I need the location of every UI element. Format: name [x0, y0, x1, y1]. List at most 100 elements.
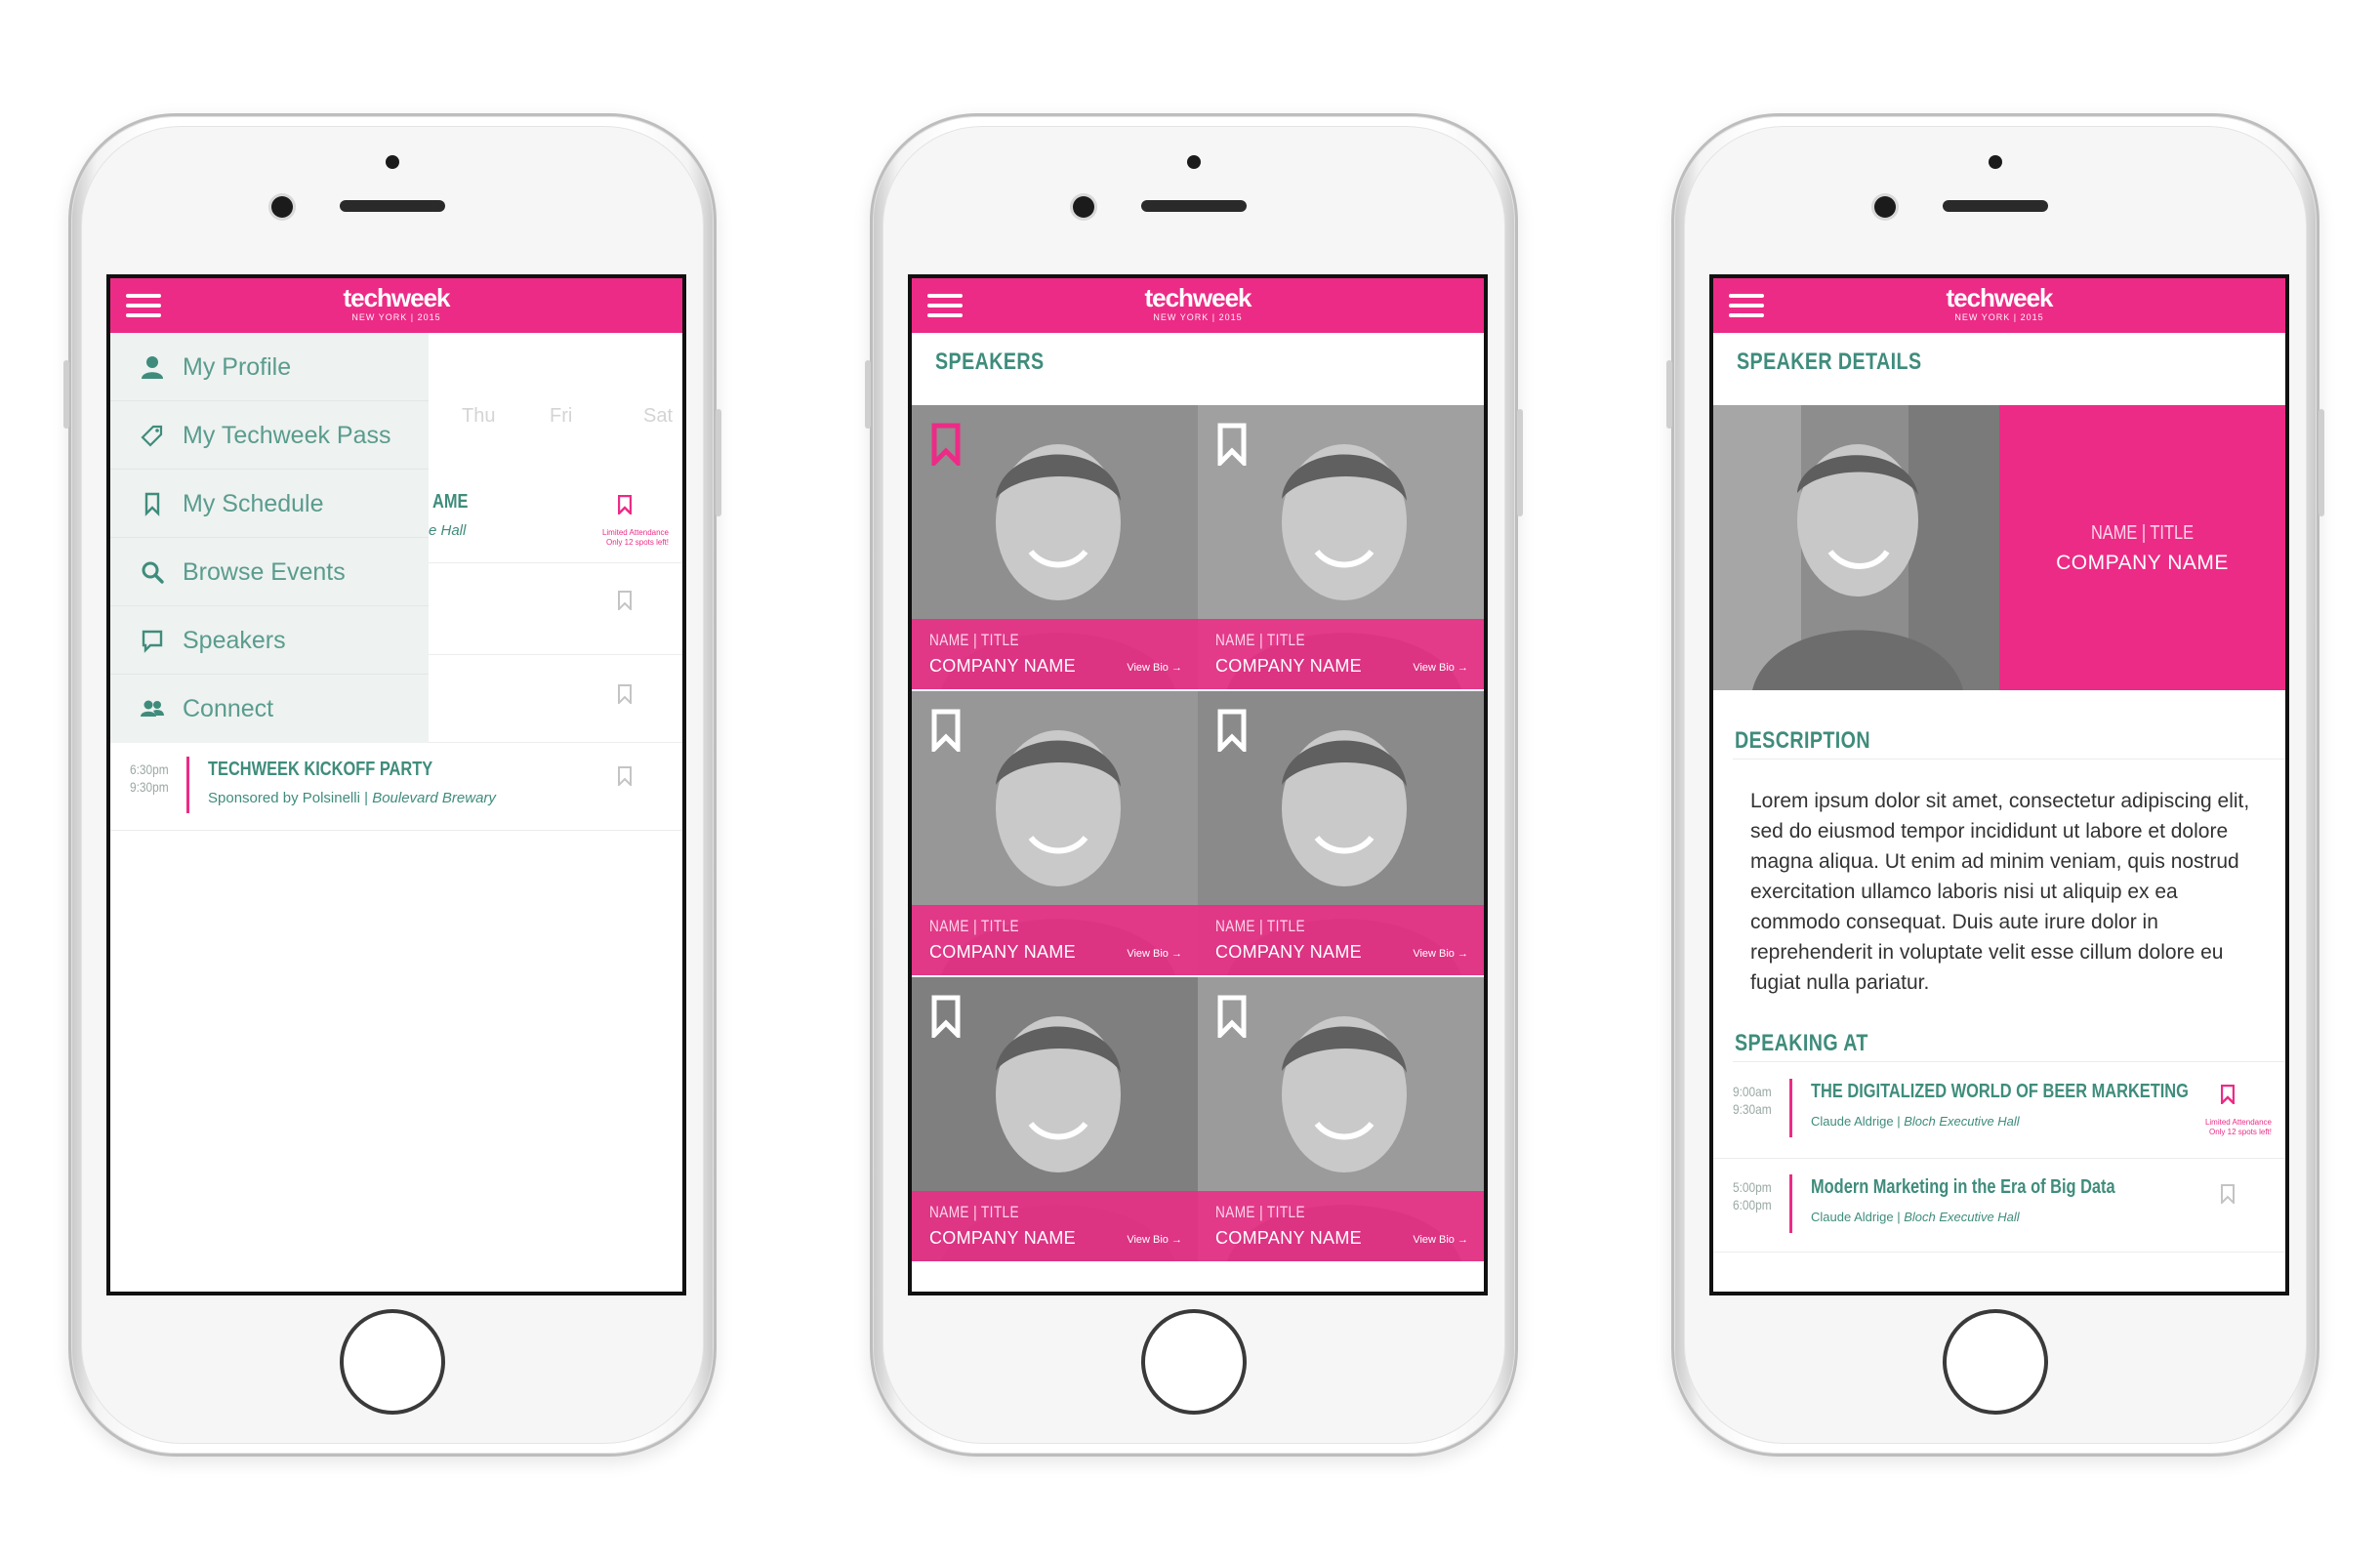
session-title: Modern Marketing in the Era of Big Data: [1811, 1176, 2115, 1198]
menu-item-speakers[interactable]: Speakers: [110, 606, 429, 675]
session-speaker: Claude Aldrige: [1811, 1210, 1894, 1224]
session-speaker: Claude Aldrige: [1811, 1114, 1894, 1129]
speaker-card[interactable]: NAME | TITLE COMPANY NAME View Bio →: [912, 691, 1198, 975]
menu-label: My Techweek Pass: [183, 422, 391, 449]
speaker-caption: NAME | TITLE COMPANY NAME View Bio →: [1198, 905, 1484, 975]
menu-label: Speakers: [183, 627, 286, 654]
earpiece: [1141, 200, 1247, 212]
speaker-description: Lorem ipsum dolor sit amet, consectetur …: [1750, 790, 2250, 994]
brand-subtitle: NEW YORK | 2015: [1954, 312, 2044, 322]
view-bio-label: View Bio: [1127, 948, 1169, 960]
session-start: 9:00am: [1733, 1084, 1772, 1099]
menu-item-my-techweek-pass[interactable]: My Techweek Pass: [110, 401, 429, 470]
event-venue-fragment: e Hall: [429, 522, 466, 539]
view-bio-link[interactable]: View Bio →: [1413, 662, 1468, 674]
view-bio-label: View Bio: [1413, 662, 1455, 674]
ticket-icon: [140, 423, 165, 448]
screen-menu: techweek NEW YORK | 2015 Thu Fri Sat AME…: [106, 274, 686, 1295]
home-button[interactable]: [340, 1309, 445, 1415]
day-tab-thu[interactable]: Thu: [462, 405, 495, 428]
menu-item-my-schedule[interactable]: My Schedule: [110, 470, 429, 538]
bookmark-filled-icon[interactable]: [618, 495, 632, 514]
session-time: 9:00am 9:30am: [1733, 1083, 1772, 1118]
front-camera: [1874, 196, 1896, 218]
bookmark-filled-icon[interactable]: [2221, 1085, 2235, 1104]
phone-frame-speaker-details: techweek NEW YORK | 2015 SPEAKER DETAILS: [1666, 113, 2324, 1457]
people-icon: [140, 696, 165, 721]
menu-item-my-profile[interactable]: My Profile: [110, 333, 429, 401]
speaker-info-panel: NAME | TITLE COMPANY NAME: [1999, 405, 2285, 690]
speaker-hero: NAME | TITLE COMPANY NAME: [1713, 405, 2285, 690]
view-bio-link[interactable]: View Bio →: [1413, 948, 1468, 960]
home-button[interactable]: [1943, 1309, 2048, 1415]
bookmark-icon[interactable]: [2221, 1184, 2235, 1204]
bookmark-icon[interactable]: [618, 591, 632, 610]
limited-attendance-note: Limited Attendance Only 12 spots left!: [2205, 1118, 2272, 1137]
front-camera: [271, 196, 293, 218]
volume-button: [1666, 360, 1672, 429]
day-tab-fri[interactable]: Fri: [550, 405, 572, 428]
event-venue-fragment-text: e Hall: [429, 522, 467, 539]
day-tab-sat[interactable]: Sat: [643, 405, 673, 428]
event-row-kickoff[interactable]: 6:30pm 9:30pm TECHWEEK KICKOFF PARTY Spo…: [110, 743, 682, 831]
speaker-card[interactable]: NAME | TITLE COMPANY NAME View Bio →: [1198, 691, 1484, 975]
brand-subtitle: NEW YORK | 2015: [1153, 312, 1243, 322]
bookmark-icon[interactable]: [931, 709, 961, 752]
front-camera: [1073, 196, 1094, 218]
bookmark-icon[interactable]: [1217, 423, 1247, 466]
speaker-name-title: NAME | TITLE: [929, 631, 1019, 649]
menu-label: Connect: [183, 695, 274, 722]
menu-label: Browse Events: [183, 558, 346, 586]
arrow-right-icon: →: [1168, 948, 1182, 960]
session-time: 5:00pm 6:00pm: [1733, 1178, 1772, 1213]
speaker-name-title: NAME | TITLE: [929, 917, 1019, 935]
session-row[interactable]: 5:00pm 6:00pm Modern Marketing in the Er…: [1713, 1159, 2285, 1253]
bookmark-icon[interactable]: [618, 684, 632, 704]
view-bio-link[interactable]: View Bio →: [1127, 948, 1182, 960]
bookmark-icon[interactable]: [931, 995, 961, 1038]
speaker-card[interactable]: NAME | TITLE COMPANY NAME View Bio →: [1198, 977, 1484, 1261]
bookmark-icon[interactable]: [1217, 709, 1247, 752]
brand-logo-text: techweek: [1946, 283, 2053, 312]
brand-logo-text: techweek: [343, 283, 450, 312]
session-meta: Claude Aldrige | Bloch Executive Hall: [1811, 1114, 2020, 1129]
speaker-card[interactable]: NAME | TITLE COMPANY NAME View Bio →: [912, 405, 1198, 689]
navigation-drawer: My Profile My Techweek Pass My Schedule …: [110, 333, 429, 743]
page-title: SPEAKERS: [935, 349, 1045, 375]
bookmark-icon: [140, 491, 165, 516]
sensor: [1187, 155, 1201, 169]
view-bio-label: View Bio: [1413, 1234, 1455, 1246]
description-heading: DESCRIPTION: [1735, 727, 1871, 754]
page-title: SPEAKER DETAILS: [1737, 349, 1922, 375]
speaker-company: COMPANY NAME: [1215, 1228, 1362, 1248]
separator: |: [364, 790, 373, 806]
session-row[interactable]: 9:00am 9:30am THE DIGITALIZED WORLD OF B…: [1713, 1063, 2285, 1159]
phone-frame-speakers: techweek NEW YORK | 2015 SPEAKERS NAME |…: [865, 113, 1523, 1457]
brand-subtitle: NEW YORK | 2015: [351, 312, 441, 322]
event-title-fragment: AME: [432, 491, 469, 513]
view-bio-link[interactable]: View Bio →: [1127, 662, 1182, 674]
speaker-name-title: NAME | TITLE: [1215, 1203, 1305, 1221]
speaker-card[interactable]: NAME | TITLE COMPANY NAME View Bio →: [912, 977, 1198, 1261]
speaker-card[interactable]: NAME | TITLE COMPANY NAME View Bio →: [1198, 405, 1484, 689]
speaker-photo: [1713, 405, 1999, 690]
view-bio-link[interactable]: View Bio →: [1127, 1234, 1182, 1246]
home-button[interactable]: [1141, 1309, 1247, 1415]
user-icon: [140, 354, 165, 380]
menu-item-browse-events[interactable]: Browse Events: [110, 538, 429, 606]
menu-label: My Schedule: [183, 490, 324, 517]
arrow-right-icon: →: [1454, 1234, 1468, 1246]
view-bio-label: View Bio: [1413, 948, 1455, 960]
speaker-name-title: NAME | TITLE: [1215, 917, 1305, 935]
power-button: [2318, 409, 2324, 516]
menu-item-connect[interactable]: Connect: [110, 675, 429, 743]
bookmark-icon[interactable]: [1217, 995, 1247, 1038]
bookmark-icon[interactable]: [618, 766, 632, 786]
bookmark-filled-icon[interactable]: [931, 423, 961, 466]
screen-speaker-details: techweek NEW YORK | 2015 SPEAKER DETAILS: [1709, 274, 2289, 1295]
earpiece: [340, 200, 445, 212]
speaker-caption: NAME | TITLE COMPANY NAME View Bio →: [912, 1191, 1198, 1261]
speaker-company: COMPANY NAME: [1215, 942, 1362, 962]
view-bio-link[interactable]: View Bio →: [1413, 1234, 1468, 1246]
view-bio-label: View Bio: [1127, 662, 1169, 674]
